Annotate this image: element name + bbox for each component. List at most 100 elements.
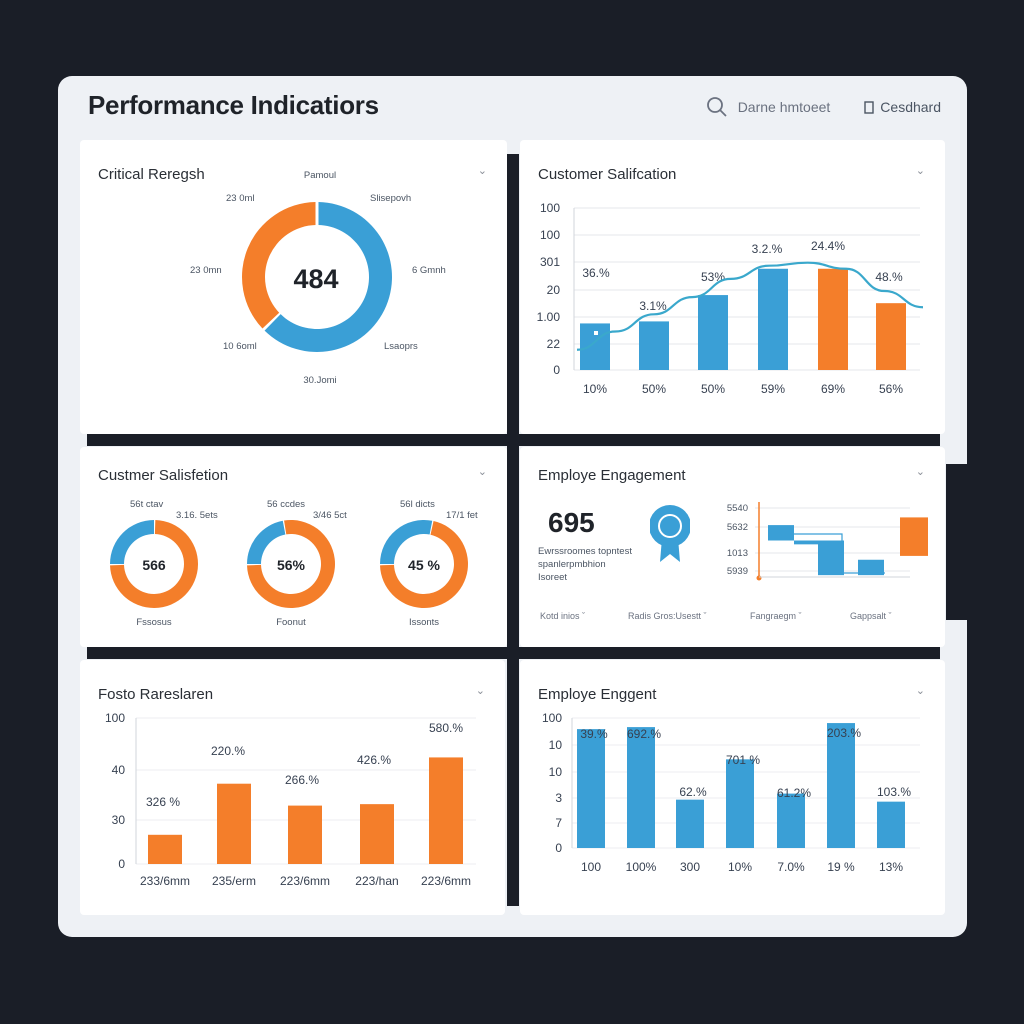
y-tick-label: 20	[547, 283, 561, 297]
y-tick-label: 3	[555, 791, 562, 805]
search-label[interactable]: Darne hmtoeet	[738, 99, 831, 115]
bar-line-chart: 100 100 301 20 1.00 22 0 10% 50% 50% 59% 69% 56% 36.%…	[537, 201, 924, 396]
data-label: 701 %	[726, 753, 760, 767]
footer-item[interactable]: Gappsalt ˇ	[850, 611, 892, 621]
x-tick-label: 223/6mm	[421, 874, 471, 888]
x-tick-label: 69%	[821, 382, 845, 396]
waterfall-bar	[900, 517, 928, 556]
footer-item[interactable]: Kotd inios ˇ	[540, 611, 585, 621]
donut-center-value: 566	[142, 557, 166, 573]
separator	[87, 647, 940, 659]
y-tick-label: 0	[555, 841, 562, 855]
bar	[429, 757, 463, 864]
data-label: 62.%	[679, 785, 707, 799]
donut-label-top-left: 56 ccdes	[267, 499, 305, 510]
bar	[288, 805, 322, 864]
x-tick-label: 233/6mm	[140, 874, 190, 888]
bar	[758, 268, 788, 370]
search-icon[interactable]	[706, 96, 728, 118]
marker	[594, 331, 598, 335]
data-label: 692.%	[627, 727, 661, 741]
data-label: 3.2.%	[752, 242, 783, 256]
card-critical-reregsh: Critical Reregsh ⌄ 484 Pamoul Slisepovh …	[80, 140, 507, 434]
donut-label-top-left: 56t ctav	[130, 499, 164, 510]
footer-item[interactable]: Radis Gros:Usestt ˇ	[628, 611, 707, 621]
card-employe-enggent: Employe Enggent ⌄ 100 10 10 3 7 0 100 39.% 100% 6…	[520, 660, 945, 915]
waterfall-bar	[794, 540, 818, 545]
x-tick-label: 56%	[879, 382, 903, 396]
y-tick-label: 0	[553, 363, 560, 377]
top-bar: Darne hmtoeet Cesdhard	[706, 96, 941, 118]
y-tick-label: 1013	[727, 548, 748, 559]
donut-center-value: 56%	[277, 557, 306, 573]
card-fosto-rareslaren: Fosto Rareslaren ⌄ 100 40 30 0 233/6mm 326 % 2…	[80, 660, 505, 915]
y-tick-label: 30	[112, 813, 126, 827]
dashboard-label: Cesdhard	[880, 99, 941, 115]
bar	[877, 801, 905, 848]
data-label: 103.%	[877, 785, 911, 799]
y-tick-label: 1.00	[537, 310, 561, 324]
y-tick-label: 5939	[727, 566, 748, 577]
y-tick-label: 5540	[727, 503, 748, 514]
donut-label-top-left: 56l dicts	[400, 499, 435, 510]
dashboard-icon	[864, 100, 874, 114]
label-bottom-left: 10 6oml	[223, 341, 257, 352]
footer-item[interactable]: Fangraegm ˇ	[750, 611, 802, 621]
label-right: 6 Gmnh	[412, 265, 446, 276]
bar	[726, 759, 754, 848]
bar	[217, 783, 251, 864]
y-tick-label: 100	[105, 711, 125, 725]
label-bottom: 30.Jomi	[303, 375, 336, 386]
x-tick-label: 100	[581, 860, 601, 874]
label-left: 23 0mn	[190, 265, 222, 276]
waterfall-bar	[768, 525, 794, 541]
y-tick-label: 0	[118, 857, 125, 871]
bar	[827, 723, 855, 848]
bar	[876, 303, 906, 370]
bar-chart: 100 40 30 0 233/6mm 326 % 235/erm 220.% 223/6mm 2…	[105, 711, 476, 888]
card-employe-engagement: Employe Engagement ⌄ 695 Ewrssroomes top…	[520, 447, 945, 647]
label-top-right: Slisepovh	[370, 193, 411, 204]
x-tick-label: 235/erm	[212, 874, 256, 888]
data-label: 326 %	[146, 795, 180, 809]
donut-label-bottom: Fssosus	[136, 617, 172, 628]
x-tick-label: 10%	[728, 860, 752, 874]
y-tick-label: 301	[540, 255, 560, 269]
card-custmer-salisfetion: Custmer Salisfetion ⌄ 566 56t ctav 3.16. 5…	[80, 447, 507, 647]
data-label: 203.%	[827, 726, 861, 740]
y-tick-label: 10	[549, 765, 563, 779]
donut-center-value: 45 %	[408, 557, 440, 573]
x-tick-label: 10%	[583, 382, 607, 396]
bar	[360, 804, 394, 864]
bar	[577, 729, 605, 848]
bar	[698, 295, 728, 370]
y-tick-label: 22	[547, 337, 561, 351]
donut-label-top-right: 17/1 fet	[446, 510, 478, 521]
y-tick-label: 10	[549, 738, 563, 752]
bar	[777, 793, 805, 848]
data-label: 580.%	[429, 721, 463, 735]
card-customer-salifcation: Customer Salifcation ⌄ 100 100 301 20 1.00 22…	[520, 140, 945, 434]
bar	[627, 727, 655, 848]
donut-group: 566 56t ctav 3.16. 5ets Fssosus 56% 56 ccdes 3…	[110, 499, 478, 628]
bar	[676, 799, 704, 848]
donut-label-top-right: 3.16. 5ets	[176, 510, 218, 521]
data-label: 3.1%	[639, 299, 667, 313]
separator	[946, 464, 967, 620]
x-tick-label: 100%	[626, 860, 657, 874]
waterfall-bar	[818, 540, 844, 576]
donut-label-bottom: Foonut	[276, 617, 306, 628]
x-tick-label: 13%	[879, 860, 903, 874]
x-tick-label: 223/6mm	[280, 874, 330, 888]
page-title: Performance Indicatiors	[88, 90, 379, 120]
x-tick-label: 50%	[701, 382, 725, 396]
x-tick-label: 50%	[642, 382, 666, 396]
trend-line	[576, 261, 924, 351]
separator	[507, 154, 519, 906]
y-tick-label: 100	[540, 228, 560, 242]
data-label: 36.%	[582, 266, 610, 280]
data-label: 53%	[701, 270, 725, 284]
x-tick-label: 223/han	[355, 874, 398, 888]
y-tick-label: 5632	[727, 522, 748, 533]
dashboard-button[interactable]: Cesdhard	[864, 99, 941, 115]
